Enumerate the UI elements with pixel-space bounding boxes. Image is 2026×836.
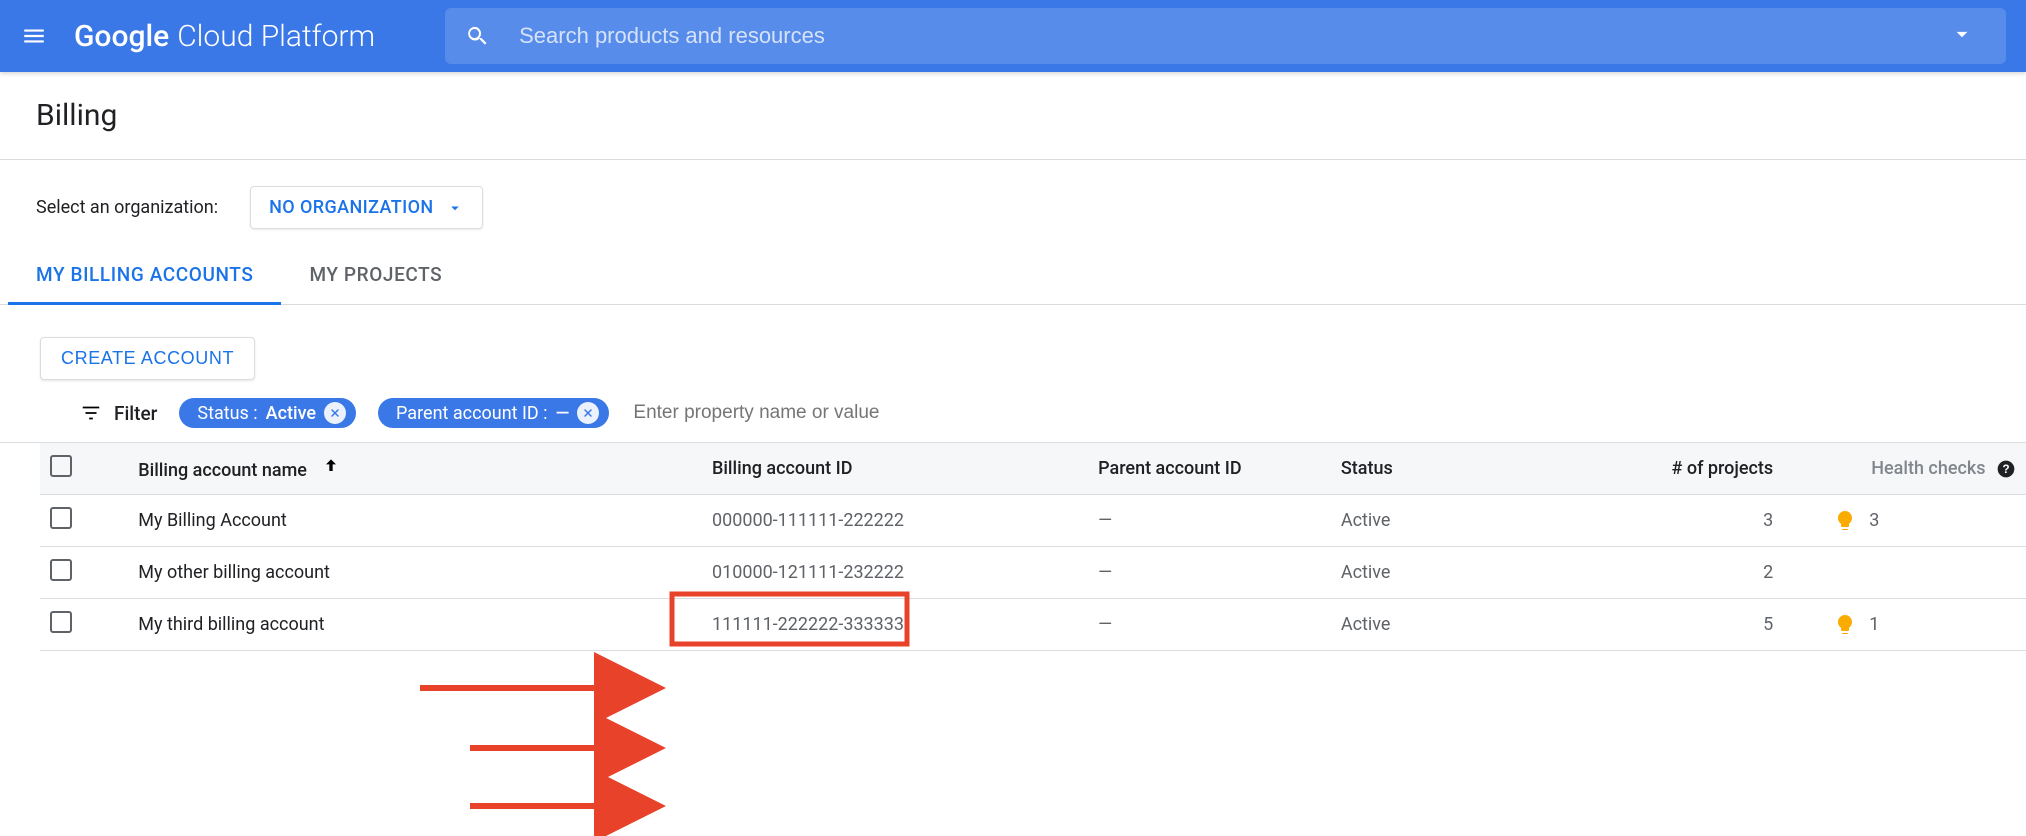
hamburger-icon [21,23,47,49]
tabs: MY BILLING ACCOUNTS MY PROJECTS [0,245,2026,305]
cell-status: Active [1331,599,1563,651]
cell-parent-account-id: — [1088,495,1331,547]
chip-remove-button[interactable] [324,402,346,424]
organization-select[interactable]: NO ORGANIZATION [250,186,482,229]
col-status[interactable]: Status [1331,443,1563,495]
logo-google: Google [74,19,169,54]
select-all-checkbox[interactable] [50,455,72,477]
row-checkbox[interactable] [50,507,72,529]
cell-billing-account-id: 010000-121111-232222 [702,547,1088,599]
cell-status: Active [1331,495,1563,547]
cell-billing-account-id: 000000-111111-222222 [702,495,1088,547]
filter-label: Filter [114,402,157,425]
sort-ascending-icon [321,456,341,476]
filter-bar: Filter Status : Active Parent account ID… [0,398,2026,443]
chevron-down-icon [1949,21,1975,47]
help-icon[interactable]: ? [1996,459,2016,479]
filter-input[interactable] [631,401,2026,425]
create-account-button[interactable]: CREATE ACCOUNT [40,337,255,380]
table-row: My Billing Account 000000-111111-222222 … [40,495,2026,547]
logo-cloud-platform: Cloud Platform [177,19,375,54]
cell-parent-account-id: — [1088,599,1331,651]
cell-health-checks: 3 [1783,495,2026,547]
lightbulb-icon [1833,613,1857,637]
cell-parent-account-id: — [1088,547,1331,599]
toolbar: CREATE ACCOUNT [0,305,2026,398]
table-header-row: Billing account name Billing account ID … [40,443,2026,495]
billing-accounts-table: Billing account name Billing account ID … [40,443,2026,651]
tab-my-billing-accounts[interactable]: MY BILLING ACCOUNTS [8,245,281,304]
chip-key: Parent account ID : [396,403,547,424]
cell-num-projects: 5 [1563,599,1784,651]
health-count: 3 [1869,510,1879,531]
search-expand-button[interactable] [1938,21,1986,52]
cell-status: Active [1331,547,1563,599]
table-row: My third billing account 111111-222222-3… [40,599,2026,651]
close-icon [582,407,594,419]
chip-value: — [556,403,570,424]
row-checkbox[interactable] [50,559,72,581]
caret-down-icon [446,199,464,217]
organization-value: NO ORGANIZATION [269,197,433,218]
gcp-logo[interactable]: Google Cloud Platform [74,19,375,54]
organization-label: Select an organization: [36,197,218,218]
col-billing-account-name[interactable]: Billing account name [128,443,702,495]
lightbulb-icon [1833,509,1857,533]
chip-value: Active [266,403,316,424]
search-input[interactable] [517,22,1938,50]
cell-billing-account-name[interactable]: My third billing account [128,599,702,651]
cell-num-projects: 3 [1563,495,1784,547]
chip-key: Status : [197,403,257,424]
col-health-checks[interactable]: Health checks ? [1783,443,2026,495]
row-checkbox[interactable] [50,611,72,633]
cell-billing-account-name[interactable]: My Billing Account [128,495,702,547]
chip-remove-button[interactable] [577,402,599,424]
filter-icon [80,402,102,424]
health-check-indicator[interactable]: 3 [1793,509,2016,533]
app-header: Google Cloud Platform [0,0,2026,72]
table-row: My other billing account 010000-121111-2… [40,547,2026,599]
filter-toggle[interactable]: Filter [80,402,157,425]
health-count: 1 [1869,614,1879,635]
cell-health-checks [1783,547,2026,599]
cell-num-projects: 2 [1563,547,1784,599]
organization-row: Select an organization: NO ORGANIZATION [0,160,2026,245]
col-parent-account-id[interactable]: Parent account ID [1088,443,1331,495]
tab-my-projects[interactable]: MY PROJECTS [281,245,470,304]
filter-chip-status[interactable]: Status : Active [179,398,356,428]
col-label: Billing account name [138,460,307,481]
close-icon [329,407,341,419]
cell-billing-account-name[interactable]: My other billing account [128,547,702,599]
filter-chip-parent-account[interactable]: Parent account ID : — [378,398,609,428]
cell-billing-account-id: 111111-222222-333333 [702,599,1088,651]
col-billing-account-id[interactable]: Billing account ID [702,443,1088,495]
menu-button[interactable] [10,12,58,60]
search-icon [465,24,489,48]
search-container [445,8,2006,64]
svg-text:?: ? [2002,463,2009,476]
health-check-indicator[interactable]: 1 [1793,613,2016,637]
col-num-projects[interactable]: # of projects [1563,443,1784,495]
page-title: Billing [0,72,2026,160]
cell-health-checks: 1 [1783,599,2026,651]
